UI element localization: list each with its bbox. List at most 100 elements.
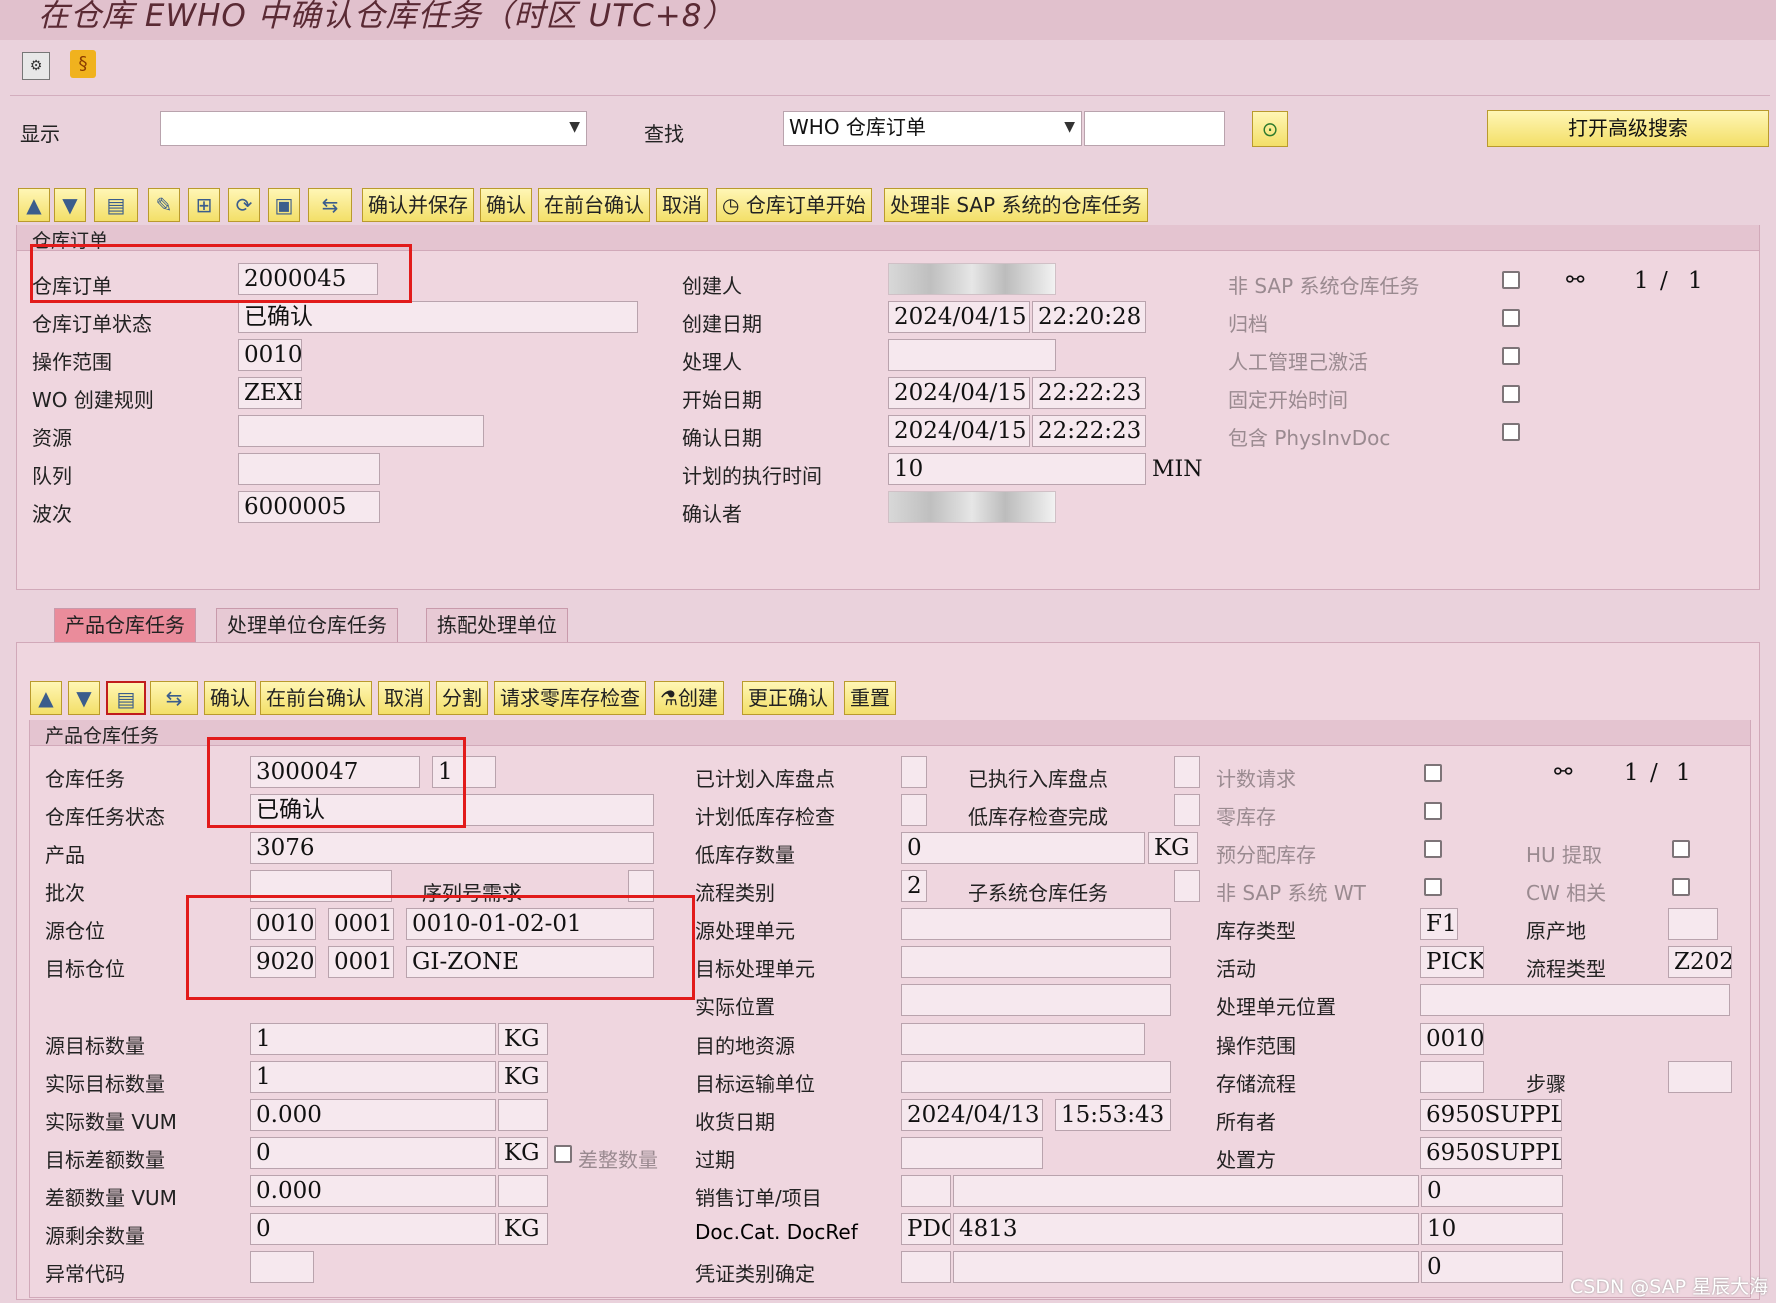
save-icon[interactable]: ▣ <box>268 188 300 222</box>
wt-exc-field[interactable] <box>250 1251 314 1283</box>
wt-so-item-field[interactable]: 0 <box>1421 1175 1563 1207</box>
wt-diff-qty-unit[interactable]: KG <box>498 1137 548 1169</box>
wt-low-qty-unit[interactable]: KG <box>1148 832 1198 864</box>
edit-icon[interactable]: ✎ <box>148 188 180 222</box>
script-icon[interactable]: § <box>70 50 96 78</box>
wt-src-qty-field[interactable]: 1 <box>250 1023 496 1055</box>
wt-step-field[interactable] <box>1668 1061 1732 1093</box>
wt-zero-check-button[interactable]: 请求零库存检查 <box>494 681 646 715</box>
wt-diff-vum-unit[interactable] <box>498 1175 548 1207</box>
wt-diff-qty-field[interactable]: 0 <box>250 1137 496 1169</box>
tab-product-tasks[interactable]: 产品仓库任务 <box>54 608 196 642</box>
wt-gr-time-field[interactable]: 15:53:43 <box>1055 1099 1171 1131</box>
wo-flag-manual-checkbox[interactable] <box>1502 347 1520 365</box>
wt-so-field[interactable] <box>901 1175 951 1207</box>
wt-low-qty-field[interactable]: 0 <box>901 832 1145 864</box>
wo-creator-field[interactable] <box>888 263 1056 295</box>
wt-vcat-doc-field[interactable] <box>953 1251 1419 1283</box>
services-icon[interactable]: ⚙ <box>22 52 50 80</box>
wt-docref-field[interactable]: 4813 <box>953 1213 1419 1245</box>
scroll-down-icon[interactable]: ▼ <box>54 188 86 222</box>
wt-stock-type-field[interactable]: F1 <box>1420 908 1458 940</box>
wt-split-button[interactable]: 分割 <box>436 681 488 715</box>
wt-act-vum-unit[interactable] <box>498 1099 548 1131</box>
wt-remain-field[interactable]: 0 <box>250 1213 496 1245</box>
wt-storage-proc-field[interactable] <box>1420 1061 1484 1093</box>
tab-pick-hu[interactable]: 拣配处理单位 <box>426 608 568 642</box>
details-icon[interactable]: ▤ <box>106 681 146 715</box>
wt-dst-res-field[interactable] <box>901 1023 1145 1055</box>
wt-done-inv-field[interactable] <box>1174 756 1200 788</box>
wt-so-doc-field[interactable] <box>953 1175 1419 1207</box>
wt-disposal-field[interactable]: 6950SUPPLY <box>1420 1137 1562 1169</box>
confirm-foreground-button[interactable]: 在前台确认 <box>538 188 650 222</box>
wt-src-qty-unit[interactable]: KG <box>498 1023 548 1055</box>
details-icon[interactable]: ▤ <box>94 188 138 222</box>
wt-vcat-item-field[interactable]: 0 <box>1421 1251 1563 1283</box>
wo-flag-nonsap-checkbox[interactable] <box>1502 271 1520 289</box>
wt-correct-button[interactable]: 更正确认 <box>742 681 834 715</box>
wt-reset-button[interactable]: 重置 <box>844 681 896 715</box>
wt-dst-tu-field[interactable] <box>901 1061 1171 1093</box>
advanced-search-button[interactable]: 打开高级搜索 <box>1487 110 1769 147</box>
wt-low-done-field[interactable] <box>1174 794 1200 826</box>
wt-src-hu-field[interactable] <box>901 908 1171 940</box>
hierarchy-icon[interactable]: ⊞ <box>188 188 220 222</box>
refresh-icon[interactable]: ⟳ <box>228 188 260 222</box>
wt-act-vum-field[interactable]: 0.000 <box>250 1099 496 1131</box>
wo-created-date[interactable]: 2024/04/15 <box>888 301 1030 333</box>
wt-cancel-button[interactable]: 取消 <box>378 681 430 715</box>
wt-origin-field[interactable] <box>1668 908 1718 940</box>
wt-confirm-button[interactable]: 确认 <box>204 681 256 715</box>
wt-sub-task-field[interactable] <box>1174 870 1200 902</box>
wt-low-check-field[interactable] <box>901 794 927 826</box>
scroll-up-icon[interactable]: ▲ <box>18 188 50 222</box>
wo-wave-field[interactable]: 6000005 <box>238 491 380 523</box>
wt-activity-field[interactable]: PICK <box>1420 946 1484 978</box>
wo-created-time[interactable]: 22:20:28 <box>1032 301 1146 333</box>
wt-doccat-field[interactable]: PDO <box>901 1213 951 1245</box>
wt-create-button[interactable]: ⚗创建 <box>654 681 724 715</box>
wt-confirm-foreground-button[interactable]: 在前台确认 <box>260 681 372 715</box>
wt-prealloc-checkbox[interactable] <box>1424 840 1442 858</box>
wo-status-field[interactable]: 已确认 <box>238 301 638 333</box>
cancel-button[interactable]: 取消 <box>656 188 708 222</box>
layout-icon[interactable]: ⇆ <box>308 188 352 222</box>
non-sap-task-button[interactable]: 处理非 SAP 系统的仓库任务 <box>884 188 1148 222</box>
layout-icon[interactable]: ⇆ <box>150 681 198 715</box>
wo-area-field[interactable]: 0010 <box>238 339 302 371</box>
wt-gr-date-field[interactable]: 2024/04/13 <box>901 1099 1043 1131</box>
wt-count-req-checkbox[interactable] <box>1424 764 1442 782</box>
wo-confirm-time[interactable]: 22:22:23 <box>1032 415 1146 447</box>
confirm-button[interactable]: 确认 <box>480 188 532 222</box>
wt-zero-stock-checkbox[interactable] <box>1424 802 1442 820</box>
execute-search-icon[interactable]: ⊙ <box>1252 111 1288 147</box>
wt-product-field[interactable]: 3076 <box>250 832 654 864</box>
wt-docref-item-field[interactable]: 10 <box>1421 1213 1563 1245</box>
search-input[interactable] <box>1084 111 1225 146</box>
wt-expiry-field[interactable] <box>901 1137 1043 1169</box>
wo-confirm-date[interactable]: 2024/04/15 <box>888 415 1030 447</box>
wt-nonsap-checkbox[interactable] <box>1424 878 1442 896</box>
search-type-dropdown[interactable]: WHO 仓库订单 ▼ <box>783 111 1082 146</box>
wt-diff-flag-checkbox[interactable] <box>554 1145 572 1163</box>
scroll-up-icon[interactable]: ▲ <box>30 681 62 715</box>
wt-proc-type-field[interactable]: Z202 <box>1668 946 1732 978</box>
wt-act-qty-field[interactable]: 1 <box>250 1061 496 1093</box>
glasses-icon[interactable]: ⚯ <box>1554 760 1572 785</box>
confirm-and-save-button[interactable]: 确认并保存 <box>362 188 474 222</box>
wt-remain-unit[interactable]: KG <box>498 1213 548 1245</box>
wt-hu-pos-field[interactable] <box>1420 984 1730 1016</box>
wt-dst-hu-field[interactable] <box>901 946 1171 978</box>
scroll-down-icon[interactable]: ▼ <box>68 681 100 715</box>
wo-start-time[interactable]: 22:22:23 <box>1032 377 1146 409</box>
wt-act-loc-field[interactable] <box>901 984 1171 1016</box>
wt-proc-cat-field[interactable]: 2 <box>901 870 927 902</box>
wo-resource-field[interactable] <box>238 415 484 447</box>
wo-flag-physinv-checkbox[interactable] <box>1502 423 1520 441</box>
wo-start-date[interactable]: 2024/04/15 <box>888 377 1030 409</box>
wt-vcat-field[interactable] <box>901 1251 951 1283</box>
glasses-icon[interactable]: ⚯ <box>1566 268 1584 293</box>
wo-rule-field[interactable]: ZEXP <box>238 377 302 409</box>
tab-hu-tasks[interactable]: 处理单位仓库任务 <box>216 608 398 642</box>
